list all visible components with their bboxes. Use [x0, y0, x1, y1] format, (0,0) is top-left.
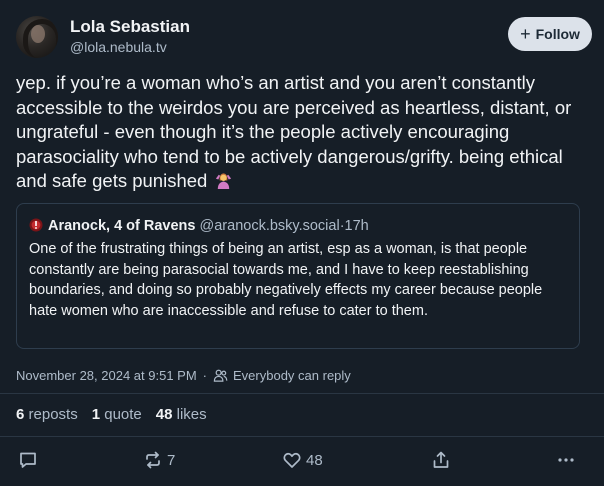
- post-meta: November 28, 2024 at 9:51 PM · Everybody…: [16, 368, 351, 383]
- reposts-stat[interactable]: 6 reposts: [16, 406, 78, 423]
- divider-top: [0, 393, 604, 394]
- action-bar: 7 48: [0, 444, 604, 478]
- follow-button[interactable]: + Follow: [508, 17, 592, 51]
- meta-separator: ·: [202, 368, 208, 383]
- quote-text: One of the frustrating things of being a…: [29, 241, 543, 319]
- reply-button[interactable]: [18, 450, 38, 470]
- repost-count: 7: [167, 451, 176, 469]
- likes-label: likes: [176, 406, 207, 423]
- people-icon: [213, 369, 228, 382]
- like-icon: [283, 452, 301, 468]
- engagement-stats: 6 reposts 1 quote 48 likes: [16, 406, 207, 423]
- quotes-label: quote: [104, 406, 142, 423]
- like-button[interactable]: 48: [282, 450, 323, 470]
- like-count: 48: [306, 451, 323, 469]
- quoted-post[interactable]: Aranock, 4 of Ravens @aranock.bsky.socia…: [16, 203, 580, 349]
- quote-author-avatar[interactable]: [29, 218, 43, 232]
- person-shrugging-emoji: [216, 173, 232, 190]
- divider-bottom: [0, 436, 604, 437]
- reply-setting[interactable]: Everybody can reply: [233, 368, 351, 383]
- quotes-stat[interactable]: 1 quote: [92, 406, 142, 423]
- more-icon: [558, 458, 574, 462]
- reposts-count: 6: [16, 406, 25, 423]
- post-body: yep. if you’re a woman who’s an artist a…: [16, 71, 588, 194]
- post-header: Lola Sebastian @lola.nebula.tv + Follow: [16, 16, 592, 60]
- post-text: yep. if you’re a woman who’s an artist a…: [16, 72, 572, 191]
- quote-author-handle[interactable]: @aranock.bsky.social: [200, 218, 340, 234]
- avatar-face: [31, 25, 45, 43]
- author-handle[interactable]: @lola.nebula.tv: [70, 39, 167, 55]
- quotes-count: 1: [91, 406, 101, 423]
- author-name[interactable]: Lola Sebastian: [70, 17, 190, 37]
- follow-label: Follow: [535, 26, 580, 42]
- more-options-button[interactable]: [556, 450, 576, 470]
- reply-icon: [20, 452, 36, 468]
- share-icon: [433, 451, 449, 468]
- plus-icon: +: [520, 24, 531, 44]
- repost-icon: [146, 451, 160, 469]
- quote-author-name[interactable]: Aranock, 4 of Ravens: [48, 218, 195, 234]
- share-button[interactable]: [431, 450, 451, 470]
- quote-header: Aranock, 4 of Ravens @aranock.bsky.socia…: [29, 218, 369, 234]
- repost-button[interactable]: 7: [143, 450, 175, 470]
- likes-stat[interactable]: 48 likes: [156, 406, 207, 423]
- likes-count: 48: [155, 406, 173, 423]
- quote-time[interactable]: 17h: [345, 218, 369, 234]
- reposts-label: reposts: [28, 406, 78, 423]
- post-date[interactable]: November 28, 2024 at 9:51 PM: [16, 368, 197, 383]
- author-avatar[interactable]: [16, 16, 58, 58]
